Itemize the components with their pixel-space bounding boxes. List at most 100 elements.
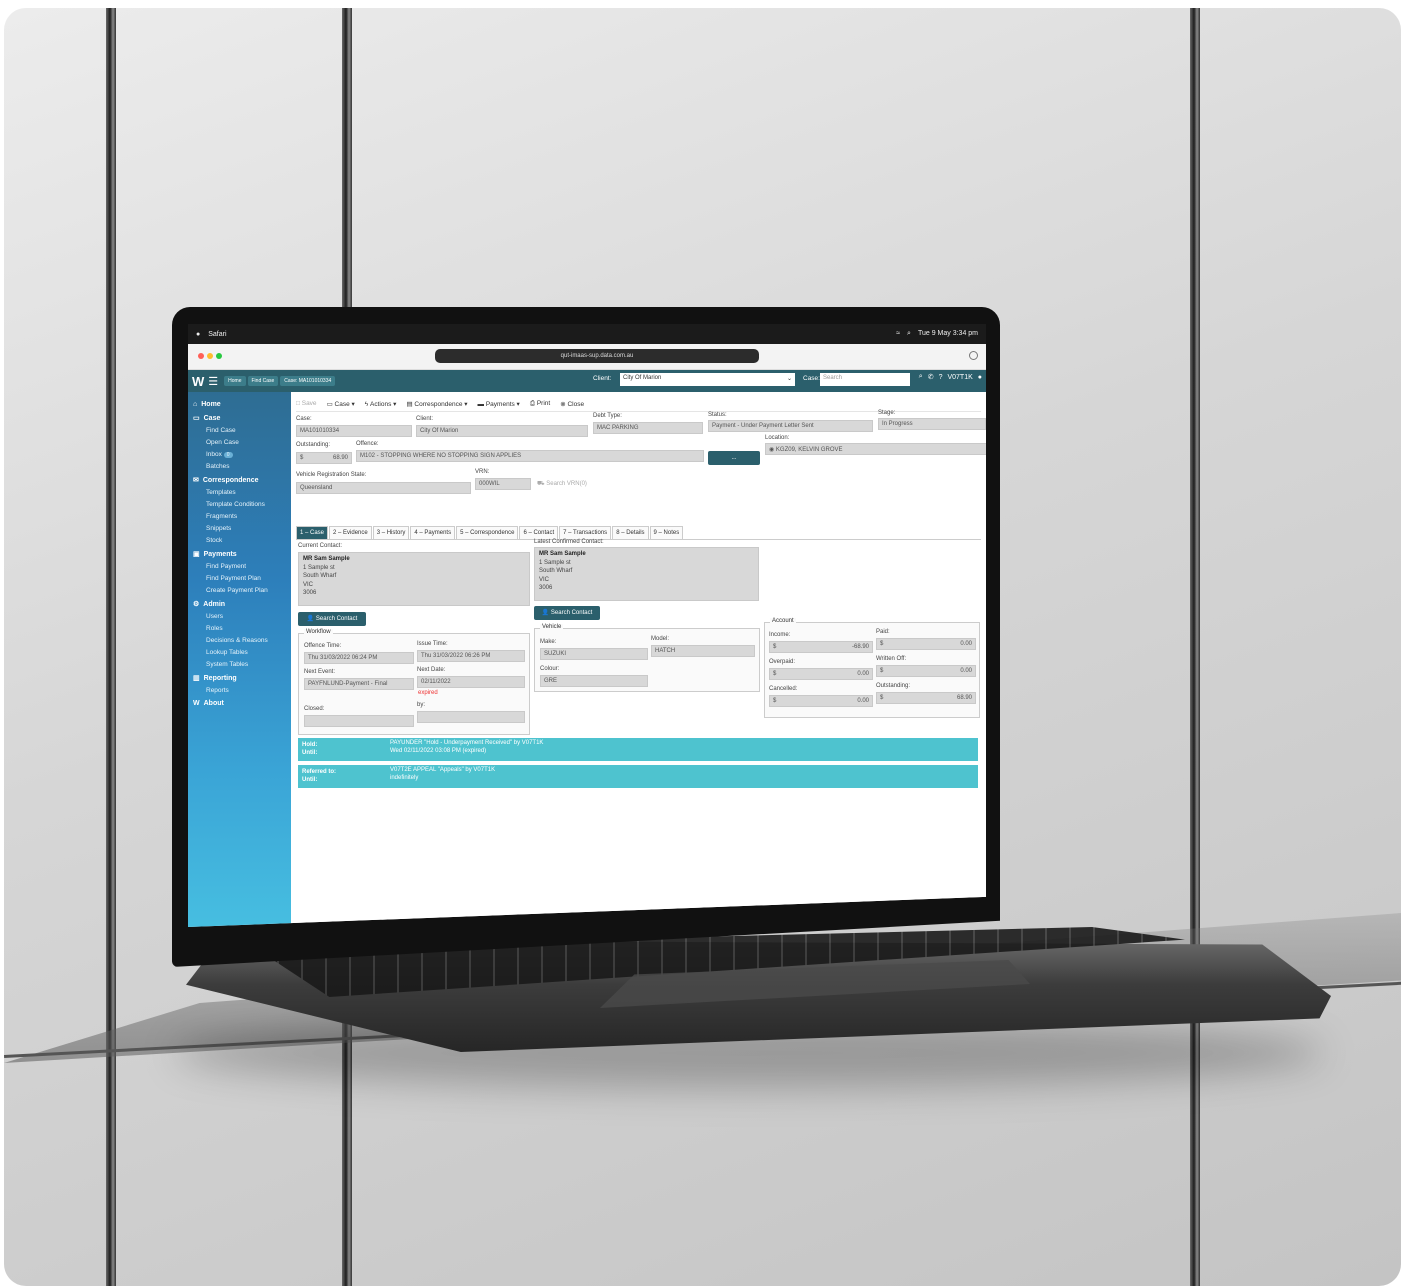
- by-field[interactable]: [417, 711, 525, 723]
- sidebar-home[interactable]: ⌂ Home: [188, 397, 291, 410]
- tab-notes[interactable]: 9 – Notes: [649, 526, 684, 539]
- offence-field[interactable]: M102 - STOPPING WHERE NO STOPPING SIGN A…: [356, 450, 704, 462]
- case-search-input[interactable]: Search: [820, 373, 910, 386]
- search-contact-button[interactable]: 👤 Search Contact: [298, 612, 366, 626]
- tab-contact[interactable]: 6 – Contact: [519, 526, 559, 539]
- sidebar-item-inbox[interactable]: Inbox 0: [188, 448, 291, 460]
- cancelled-field[interactable]: $0.00: [769, 695, 873, 707]
- client-field[interactable]: City Of Marion: [416, 425, 588, 437]
- overpaid-field[interactable]: $0.00: [769, 668, 873, 680]
- issue-time-field[interactable]: Thu 31/03/2022 06:26 PM: [417, 650, 525, 662]
- breadcrumb-find-case[interactable]: Find Case: [247, 376, 279, 386]
- search-contact-label: Search Contact: [550, 610, 593, 616]
- menubar-datetime[interactable]: Tue 9 May 3:34 pm: [918, 330, 978, 338]
- offence-lookup-button[interactable]: ...: [708, 451, 760, 465]
- colour-field[interactable]: GRE: [540, 675, 648, 687]
- close-button[interactable]: ⊗ Close: [560, 400, 584, 408]
- sidebar-item-decisions-reasons[interactable]: Decisions & Reasons: [188, 634, 291, 646]
- search-contact-label: Search Contact: [315, 616, 358, 622]
- outstanding-field[interactable]: $68.90: [296, 452, 352, 464]
- next-event-field[interactable]: PAYFNLUND-Payment - Final: [304, 678, 414, 690]
- sidebar-item-roles[interactable]: Roles: [188, 622, 291, 634]
- status-field[interactable]: Payment - Under Payment Letter Sent: [708, 420, 873, 432]
- vrn-field[interactable]: 000WIL: [475, 478, 531, 490]
- wifi-icon[interactable]: ≈: [896, 330, 900, 338]
- minimize-window-button[interactable]: [207, 352, 213, 359]
- tab-history[interactable]: 3 – History: [372, 526, 410, 539]
- inbox-count-badge: 0: [223, 451, 233, 458]
- account-outstanding-field[interactable]: $68.90: [876, 692, 976, 704]
- app-logo[interactable]: W: [192, 374, 204, 389]
- tab-correspondence[interactable]: 5 – Correspondence: [456, 526, 519, 539]
- offence-time-field[interactable]: Thu 31/03/2022 06:24 PM: [304, 652, 414, 664]
- case-number-field[interactable]: MA101010334: [296, 425, 412, 437]
- sidebar-section-correspondence[interactable]: ✉ Correspondence: [188, 472, 291, 486]
- menubar-app-name[interactable]: Safari: [208, 331, 226, 338]
- sidebar-item-open-case[interactable]: Open Case: [188, 436, 291, 448]
- sidebar-item-find-case[interactable]: Find Case: [188, 424, 291, 436]
- client-select[interactable]: City Of Marion ⌄: [620, 373, 795, 386]
- sidebar-item-snippets[interactable]: Snippets: [188, 522, 291, 534]
- phone-icon[interactable]: ✆: [928, 373, 934, 381]
- closed-field[interactable]: [304, 715, 414, 727]
- search-icon[interactable]: ⌕: [907, 330, 911, 338]
- overpaid-label: Overpaid:: [769, 659, 796, 665]
- referred-to-value: V07T2E APPEAL "Appeals" by V07T1K: [390, 767, 496, 773]
- sidebar-item-reports[interactable]: Reports: [188, 684, 291, 696]
- sidebar-item-batches[interactable]: Batches: [188, 460, 291, 472]
- next-date-field[interactable]: 02/11/2022: [417, 676, 525, 688]
- tab-case[interactable]: 1 – Case: [296, 526, 329, 539]
- sidebar-item-template-conditions[interactable]: Template Conditions: [188, 498, 291, 510]
- close-window-button[interactable]: [198, 352, 204, 359]
- location-field[interactable]: ◉ KGZ09, KELVIN GROVE: [765, 443, 986, 455]
- payments-menu-button[interactable]: ▬ Payments ▾: [478, 400, 520, 408]
- search-vrn-button[interactable]: ⛟ Search VRN(0): [537, 480, 587, 488]
- sidebar-item-fragments[interactable]: Fragments: [188, 510, 291, 522]
- model-field[interactable]: HATCH: [651, 645, 755, 657]
- case-menu-button[interactable]: ▭ Case ▾: [327, 400, 355, 408]
- make-field[interactable]: SUZUKI: [540, 648, 648, 660]
- sidebar-item-templates[interactable]: Templates: [188, 486, 291, 498]
- sidebar-section-admin[interactable]: ⚙ Admin: [188, 596, 291, 610]
- sidebar-item-lookup-tables[interactable]: Lookup Tables: [188, 646, 291, 658]
- logo-icon: W: [193, 700, 200, 707]
- tab-payments[interactable]: 4 – Payments: [410, 526, 456, 539]
- written-off-field[interactable]: $0.00: [876, 665, 976, 677]
- tab-evidence[interactable]: 2 – Evidence: [329, 526, 372, 539]
- help-icon[interactable]: ?: [939, 374, 943, 381]
- sidebar-section-case[interactable]: ▭ Case: [188, 410, 291, 424]
- debt-type-label: Debt Type:: [593, 413, 622, 419]
- user-avatar-icon[interactable]: ●: [978, 374, 982, 381]
- apple-icon[interactable]: ●: [196, 331, 200, 338]
- sidebar-item-create-payment-plan[interactable]: Create Payment Plan: [188, 584, 291, 596]
- actions-menu-button[interactable]: ϟ Actions ▾: [365, 400, 397, 408]
- menu-icon[interactable]: ☰: [208, 375, 218, 388]
- sidebar-item-find-payment-plan[interactable]: Find Payment Plan: [188, 572, 291, 584]
- search-latest-contact-button[interactable]: 👤 Search Contact: [534, 606, 600, 620]
- user-name[interactable]: V07T1K: [947, 374, 972, 381]
- extension-icon[interactable]: [969, 351, 978, 360]
- correspondence-menu-button[interactable]: ▤ Correspondence ▾: [406, 400, 467, 408]
- tab-transactions[interactable]: 7 – Transactions: [559, 526, 612, 539]
- print-button[interactable]: ⎙ Print: [530, 400, 550, 408]
- tab-details[interactable]: 8 – Details: [612, 526, 649, 539]
- sidebar-item-stock[interactable]: Stock: [188, 534, 291, 546]
- sidebar-section-reporting[interactable]: ▥ Reporting: [188, 670, 291, 684]
- vrs-field[interactable]: Queensland: [296, 482, 471, 494]
- sidebar-item-users[interactable]: Users: [188, 610, 291, 622]
- sidebar-section-payments[interactable]: ▣ Payments: [188, 546, 291, 560]
- zoom-window-button[interactable]: [216, 352, 222, 359]
- breadcrumb-home[interactable]: Home: [224, 376, 246, 386]
- paid-field[interactable]: $0.00: [876, 638, 976, 650]
- shelf-pole: [1190, 8, 1200, 1286]
- stage-field[interactable]: In Progress: [878, 418, 986, 430]
- save-button[interactable]: □ Save: [296, 400, 317, 407]
- sidebar-item-system-tables[interactable]: System Tables: [188, 658, 291, 670]
- debt-type-field[interactable]: MAC PARKING: [593, 422, 703, 434]
- sidebar-about[interactable]: W About: [188, 696, 291, 709]
- income-field[interactable]: $ -68.90: [769, 641, 873, 653]
- breadcrumb-case[interactable]: Case: MA101010334: [280, 376, 336, 386]
- address-bar[interactable]: qut-imaas-sup.data.com.au: [435, 349, 759, 363]
- search-icon[interactable]: ⌕: [919, 373, 923, 381]
- sidebar-item-find-payment[interactable]: Find Payment: [188, 560, 291, 572]
